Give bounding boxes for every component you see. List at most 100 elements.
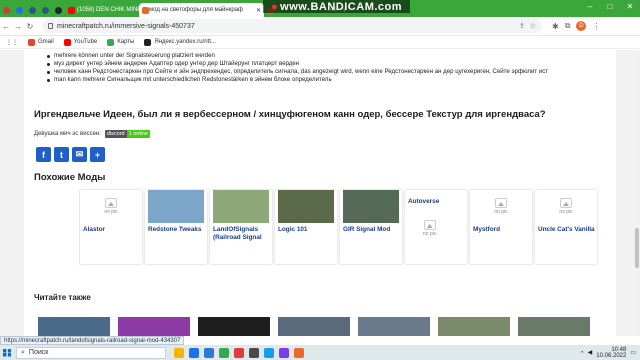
clock[interactable]: 10:48 10.06.2022	[596, 347, 626, 359]
tab-close-icon[interactable]: ✕	[256, 7, 261, 14]
bookmark-item[interactable]: Яндекс.yandex.ru/ntt...	[144, 38, 216, 46]
bookmark-item[interactable]: YouTube	[63, 38, 98, 46]
clock-date: 10.06.2022	[596, 352, 627, 359]
share-buttons: f t ✉ +	[36, 147, 105, 162]
tab-favicon-icon	[55, 6, 62, 14]
mod-card-title[interactable]: Logic 101	[278, 226, 335, 234]
mod-thumbnail[interactable]	[213, 190, 269, 223]
scrollbar-thumb[interactable]	[635, 228, 639, 268]
taskbar: ⌕ Поиск ◔ ◀ 10:48 10.06.2022 ▭	[0, 345, 640, 360]
taskbar-app-icon[interactable]	[174, 347, 184, 358]
bookmark-item[interactable]: Gmail	[28, 38, 54, 46]
discord-label: discord	[104, 130, 127, 138]
mod-card[interactable]: no pic Uncle Cat's Vanilla	[535, 190, 597, 264]
mod-card-title[interactable]: Autoverse	[408, 198, 465, 206]
discord-badge[interactable]: discord 1 online	[104, 130, 150, 138]
taskbar-app-icon[interactable]	[234, 347, 244, 358]
browser-tab[interactable]	[0, 3, 13, 17]
taskbar-app-icon[interactable]	[294, 347, 304, 358]
image-placeholder-icon	[495, 198, 507, 208]
bookmark-favicon-icon	[107, 38, 115, 46]
article-thumbnail[interactable]	[198, 317, 270, 336]
page-scrollbar[interactable]	[634, 50, 640, 336]
browser-tab[interactable]	[52, 3, 65, 17]
article-thumbnail[interactable]	[38, 317, 110, 336]
reload-icon[interactable]: ↻	[24, 22, 36, 31]
browser-tab[interactable]	[26, 3, 39, 17]
mod-thumbnail[interactable]: no pic	[535, 190, 597, 223]
mod-thumbnail[interactable]	[278, 190, 334, 223]
article-thumbnail[interactable]	[118, 317, 190, 336]
read-also-list	[38, 317, 590, 336]
twitter-icon[interactable]: t	[54, 147, 69, 162]
mod-card[interactable]: Redstone Tweaks	[145, 190, 207, 264]
browser-tab[interactable]: мод на светофоры для майнкраф ✕	[139, 3, 264, 17]
notifications-icon[interactable]: ▭	[630, 349, 636, 356]
article-thumbnail[interactable]	[278, 317, 350, 336]
mod-card-title[interactable]: Redstone Tweaks	[148, 226, 205, 234]
mod-card-title[interactable]: Mystford	[473, 226, 530, 234]
profile-avatar[interactable]: D	[576, 21, 587, 31]
mod-card-title[interactable]: LandOfSignals (Railroad Signal	[213, 226, 270, 242]
browser-tab[interactable]	[13, 3, 26, 17]
mod-thumbnail[interactable]	[343, 190, 399, 223]
read-also-title: Читайте также	[34, 293, 91, 302]
mod-thumbnail[interactable]	[148, 190, 204, 223]
browser-tab[interactable]: (1058) DEN CHIK MINECRAFT - ✕	[65, 3, 139, 17]
article-thumbnail[interactable]	[438, 317, 510, 336]
wifi-icon[interactable]: ◔	[580, 350, 584, 356]
mod-card[interactable]: LandOfSignals (Railroad Signal	[210, 190, 272, 264]
bookmark-label: YouTube	[73, 39, 98, 45]
extensions-icon[interactable]: ✱	[552, 22, 559, 31]
mod-card-title[interactable]: Uncle Cat's Vanilla	[538, 226, 595, 234]
players-text: Девушка мич эс виссен:	[34, 131, 101, 137]
article-thumbnail[interactable]	[358, 317, 430, 336]
mod-card[interactable]: Autoverse no pic	[405, 190, 467, 264]
mod-thumbnail[interactable]: no pic	[80, 190, 142, 223]
taskbar-app-icon[interactable]	[219, 347, 229, 358]
mod-card[interactable]: Logic 101	[275, 190, 337, 264]
tab-favicon-icon	[142, 6, 149, 14]
puzzle-icon[interactable]: ⧉	[565, 21, 571, 31]
taskbar-app-icon[interactable]	[264, 347, 274, 358]
menu-dots-icon[interactable]: ⋮	[592, 22, 600, 31]
mod-thumbnail[interactable]: no pic	[470, 190, 532, 223]
close-window-icon[interactable]: ✕	[620, 0, 640, 13]
image-placeholder-icon	[423, 220, 436, 230]
bookmark-item[interactable]: Карты	[107, 38, 135, 46]
taskbar-search[interactable]: ⌕ Поиск	[16, 346, 166, 359]
mod-card[interactable]: GIR Signal Mod	[340, 190, 402, 264]
apps-grid-icon[interactable]: ⋮⋮	[6, 39, 18, 46]
share-plus-icon[interactable]: +	[90, 147, 105, 162]
mod-card[interactable]: no pic Mystford	[470, 190, 532, 264]
share-page-icon[interactable]: ⇪	[519, 22, 525, 30]
url-input[interactable]: minecraftpatch.ru/immersive-signals-4507…	[42, 19, 542, 33]
maximize-icon[interactable]: □	[600, 0, 620, 13]
bookmark-favicon-icon	[144, 38, 152, 46]
minimize-icon[interactable]: –	[580, 0, 600, 13]
tab-favicon-icon	[42, 6, 49, 14]
back-arrow-icon[interactable]: ←	[0, 22, 12, 31]
taskbar-app-icon[interactable]	[249, 347, 259, 358]
facebook-icon[interactable]: f	[36, 147, 51, 162]
browser-tab[interactable]	[39, 3, 52, 17]
article-thumbnail[interactable]	[518, 317, 590, 336]
search-icon: ⌕	[21, 348, 25, 356]
tab-title: мод на светофоры для майнкраф	[149, 7, 243, 13]
taskbar-app-icon[interactable]	[279, 347, 289, 358]
list-item: муз директ унтер эйнем андерен Адаптер о…	[46, 60, 606, 68]
tab-favicon-icon	[16, 6, 23, 14]
mod-thumbnail[interactable]	[405, 190, 467, 223]
taskbar-app-icon[interactable]	[189, 347, 199, 358]
forward-arrow-icon[interactable]: →	[12, 22, 24, 31]
mod-card-title[interactable]: Alastor	[83, 226, 140, 234]
bookmark-label: Карты	[117, 39, 135, 45]
mod-card-title[interactable]: GIR Signal Mod	[343, 226, 400, 234]
bookmark-star-icon[interactable]: ☆	[530, 22, 536, 30]
email-icon[interactable]: ✉	[72, 147, 87, 162]
start-button[interactable]	[0, 345, 14, 360]
mod-card[interactable]: no pic Alastor	[80, 190, 142, 264]
recorder-watermark: ● www.BANDICAM.com	[263, 0, 411, 13]
volume-icon[interactable]: ◀	[588, 349, 593, 356]
taskbar-app-icon[interactable]	[204, 347, 214, 358]
